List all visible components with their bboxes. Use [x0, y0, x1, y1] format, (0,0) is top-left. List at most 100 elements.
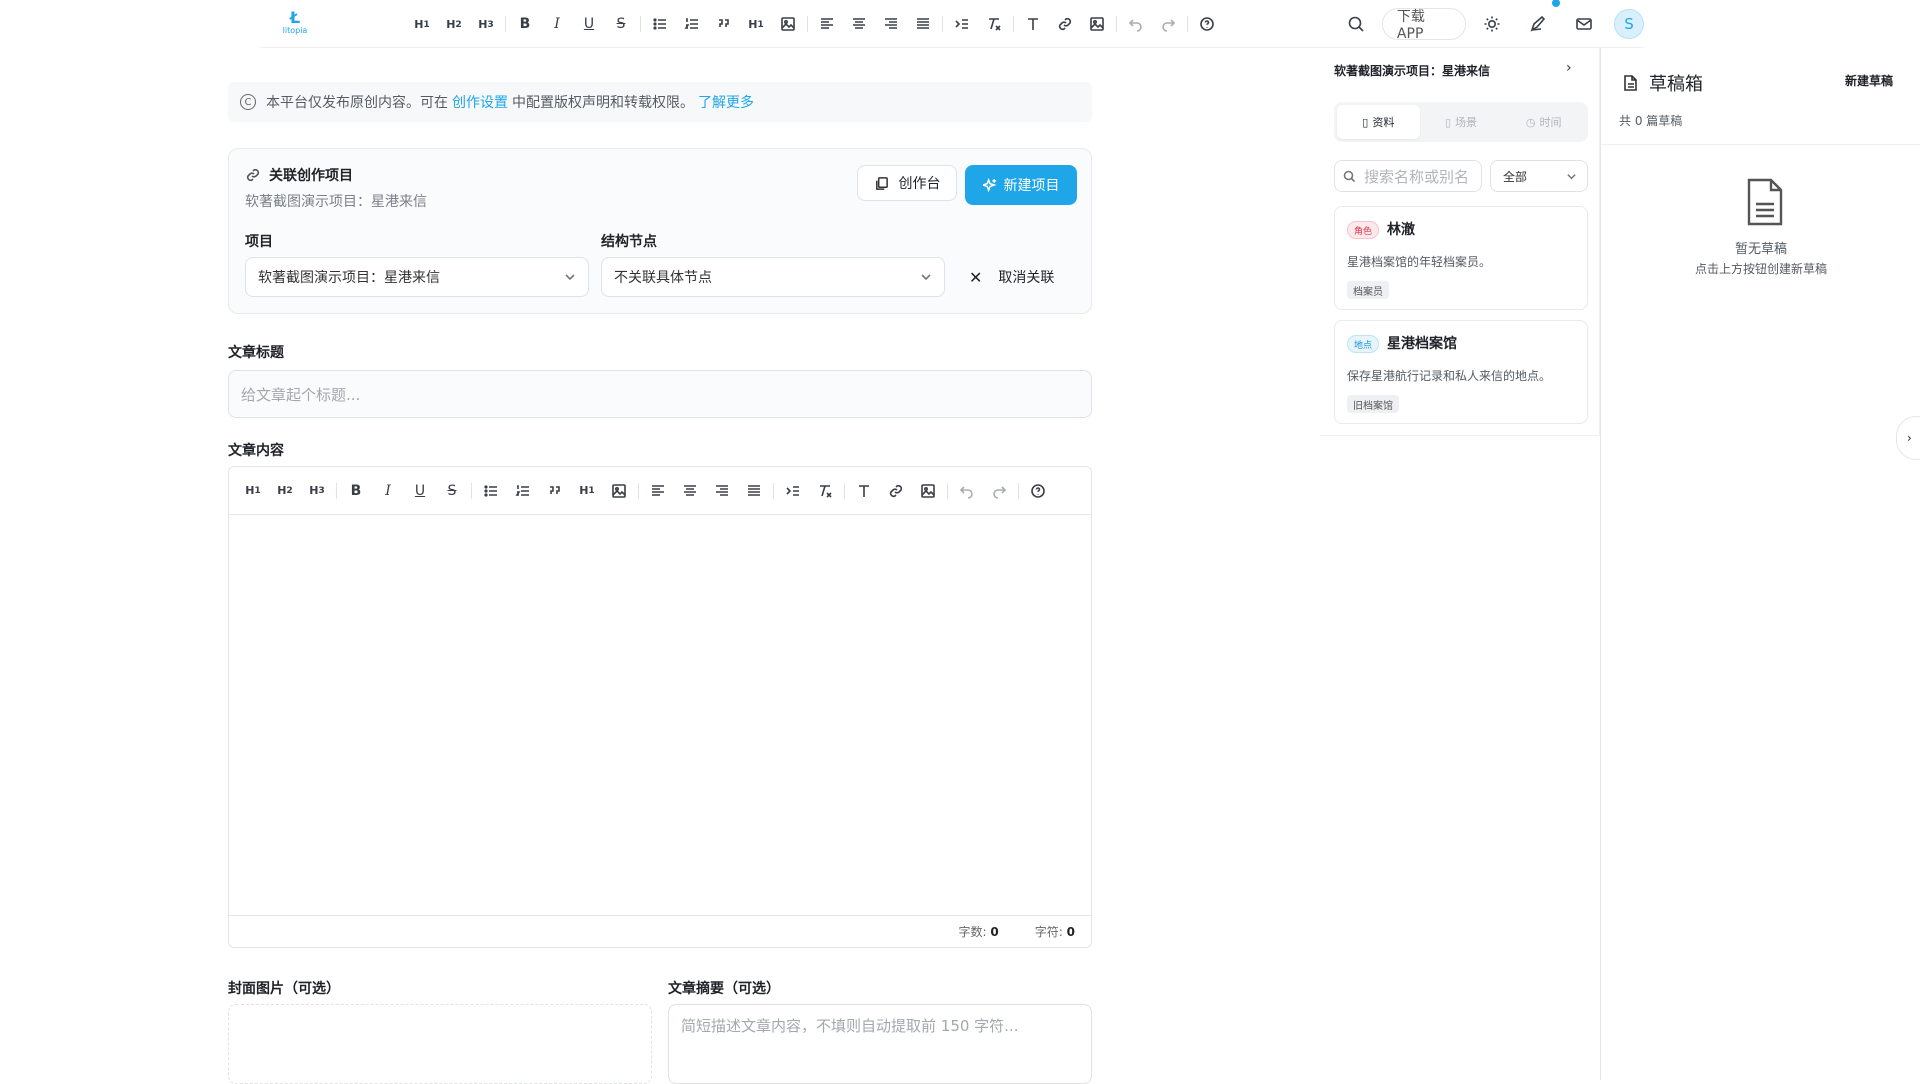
strike-button[interactable]: S — [436, 479, 468, 503]
heading1-button[interactable]: H1 — [237, 479, 269, 503]
quote-button[interactable] — [708, 12, 740, 36]
text-button[interactable] — [1017, 12, 1049, 36]
node-select-value: 不关联具体节点 — [614, 270, 712, 286]
align-left-button[interactable] — [811, 12, 843, 36]
card-name: 林澈 — [1387, 222, 1415, 238]
bold-button[interactable]: B — [340, 479, 372, 503]
bullet-list-button[interactable] — [644, 12, 676, 36]
image-button[interactable] — [772, 12, 804, 36]
article-title-input[interactable]: 给文章起个标题... — [228, 370, 1092, 418]
clear-format-button[interactable] — [978, 12, 1010, 36]
underline-button[interactable]: U — [573, 12, 605, 36]
chevron-right-icon[interactable]: › — [1566, 60, 1572, 76]
bullet-list-button[interactable] — [475, 479, 507, 503]
strike-button[interactable]: S — [605, 12, 637, 36]
material-card[interactable]: 角色 林澈 星港档案馆的年轻档案员。 档案员 — [1334, 206, 1588, 310]
toolbar-divider — [942, 16, 943, 32]
avatar[interactable]: S — [1614, 9, 1644, 39]
project-label: 项目 — [245, 234, 273, 250]
messages-button[interactable] — [1568, 8, 1600, 40]
heading2-button[interactable]: H2 — [438, 12, 470, 36]
align-justify-button[interactable] — [907, 12, 939, 36]
tab-timeline[interactable]: ◷ 时间 — [1502, 105, 1585, 139]
download-app-button[interactable]: 下载APP — [1381, 8, 1467, 42]
notice-text-middle: 中配置版权声明和转载权限。 — [512, 95, 694, 111]
image-icon — [1090, 17, 1104, 31]
image-button[interactable] — [603, 479, 635, 503]
align-center-button[interactable] — [674, 479, 706, 503]
tab-materials[interactable]: ▯ 资料 — [1337, 105, 1420, 139]
cover-label: 封面图片（可选） — [228, 981, 340, 997]
text-button[interactable] — [848, 479, 880, 503]
italic-button[interactable]: I — [372, 479, 404, 503]
materials-filter-select[interactable]: 全部 — [1490, 160, 1588, 192]
undo-button[interactable] — [1120, 12, 1152, 36]
new-draft-button[interactable]: 新建草稿 — [1845, 72, 1893, 89]
toolbar-divider — [844, 482, 845, 499]
redo-button[interactable] — [983, 479, 1015, 503]
theme-toggle[interactable] — [1476, 8, 1508, 40]
empty-title: 暂无草稿 — [1734, 242, 1787, 257]
align-right-button[interactable] — [875, 12, 907, 36]
heading3-button[interactable]: H3 — [301, 479, 333, 503]
header-actions: 下载APP S — [1340, 8, 1644, 42]
bold-button[interactable]: B — [509, 12, 541, 36]
indent-button[interactable] — [946, 12, 978, 36]
ordered-list-button[interactable] — [676, 12, 708, 36]
link-button[interactable] — [880, 479, 912, 503]
cover-upload[interactable] — [228, 1004, 652, 1084]
quote-button[interactable] — [539, 479, 571, 503]
align-justify-icon — [748, 484, 760, 496]
logo[interactable]: Ł litopia — [280, 10, 310, 38]
summary-input[interactable]: 简短描述文章内容，不填则自动提取前 150 字符... — [668, 1004, 1092, 1084]
underline-button[interactable]: U — [404, 479, 436, 503]
help-button[interactable] — [1191, 12, 1223, 36]
project-select[interactable]: 软著截图演示项目：星港来信 — [245, 257, 589, 297]
editor-footer: 字数: 0 字符: 0 — [229, 915, 1091, 947]
unlink-button[interactable]: ✕ 取消关联 — [969, 257, 1054, 297]
align-left-button[interactable] — [642, 479, 674, 503]
search-button[interactable] — [1340, 8, 1372, 40]
link-button[interactable] — [1049, 12, 1081, 36]
creation-settings-link[interactable]: 创作设置 — [452, 92, 508, 112]
workspace-button[interactable]: 创作台 — [857, 165, 957, 201]
indent-button[interactable] — [777, 479, 809, 503]
insert-image-button[interactable] — [1081, 12, 1113, 36]
book-icon: ▯ — [1362, 115, 1369, 129]
italic-button[interactable]: I — [541, 12, 573, 36]
redo-button[interactable] — [1152, 12, 1184, 36]
clear-format-icon — [989, 18, 1001, 31]
panel-tabs: ▯ 资料 ▯ 场景 ◷ 时间 — [1334, 102, 1588, 142]
heading-button[interactable]: H1 — [740, 12, 772, 36]
undo-button[interactable] — [951, 479, 983, 503]
copy-icon — [875, 176, 888, 190]
card-chip: 旧档案馆 — [1347, 395, 1399, 413]
new-project-button[interactable]: 新建项目 — [965, 165, 1077, 205]
align-right-button[interactable] — [706, 479, 738, 503]
empty-document-icon — [1745, 178, 1785, 226]
align-justify-button[interactable] — [738, 479, 770, 503]
help-button[interactable] — [1022, 479, 1054, 503]
node-select[interactable]: 不关联具体节点 — [601, 257, 945, 297]
ordered-list-button[interactable] — [507, 479, 539, 503]
heading1-button[interactable]: H1 — [406, 12, 438, 36]
write-button[interactable] — [1522, 8, 1554, 40]
heading3-button[interactable]: H3 — [470, 12, 502, 36]
link-icon — [1058, 17, 1072, 31]
copyright-icon: C — [240, 94, 256, 110]
char-count: 字符: 0 — [1034, 925, 1075, 939]
materials-search-input[interactable]: 搜索名称或别名 — [1334, 160, 1482, 192]
ordered-list-icon — [684, 18, 698, 29]
learn-more-link[interactable]: 了解更多 — [698, 92, 754, 112]
content-editor[interactable]: H1 H2 H3 B I U S H1 字数: 0 字符: 0 — [228, 466, 1092, 948]
heading-button[interactable]: H1 — [571, 479, 603, 503]
clear-format-button[interactable] — [809, 479, 841, 503]
material-card[interactable]: 地点 星港档案馆 保存星港航行记录和私人来信的地点。 旧档案馆 — [1334, 320, 1588, 424]
align-center-button[interactable] — [843, 12, 875, 36]
card-chip: 档案员 — [1347, 281, 1389, 299]
insert-image-button[interactable] — [912, 479, 944, 503]
panel-header: 软著截图演示项目：星港来信 — [1334, 64, 1491, 78]
heading2-button[interactable]: H2 — [269, 479, 301, 503]
chevron-right-icon: › — [1907, 431, 1912, 445]
tab-scenes[interactable]: ▯ 场景 — [1420, 105, 1503, 139]
